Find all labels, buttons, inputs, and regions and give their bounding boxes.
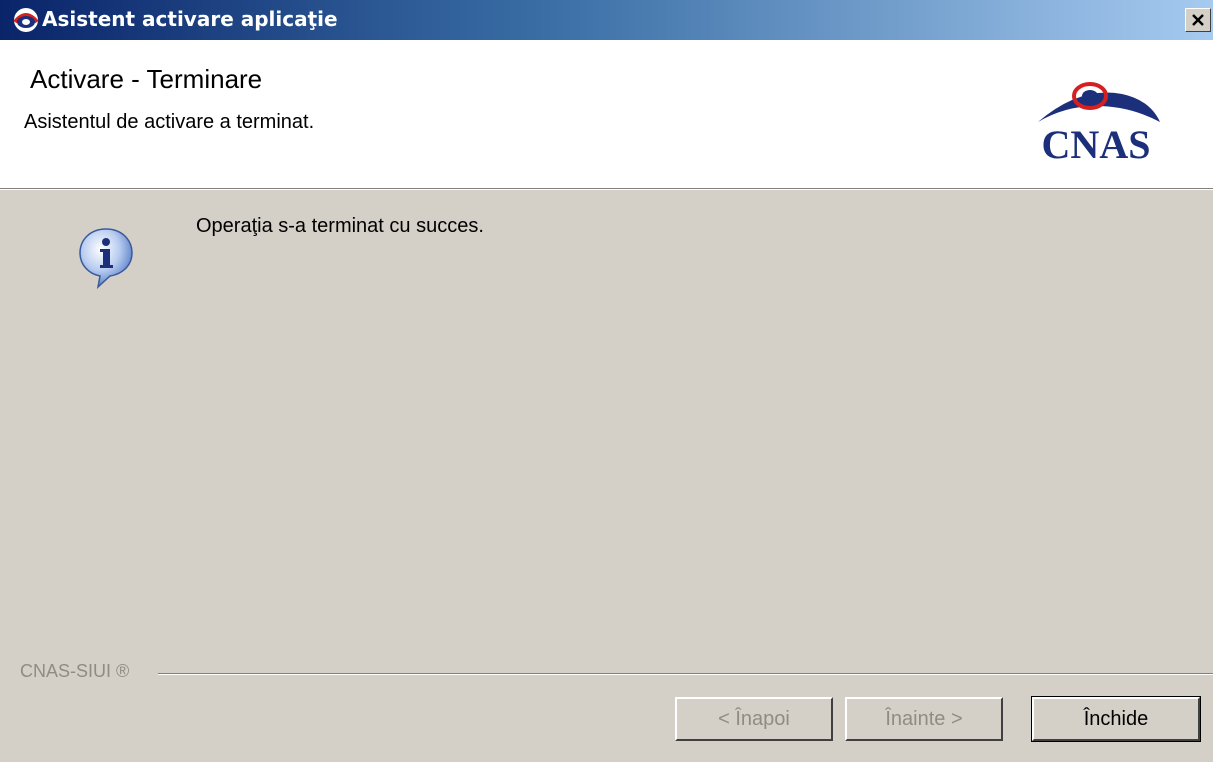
window-title: Asistent activare aplicaţie xyxy=(42,7,338,31)
title-bar[interactable]: Asistent activare aplicaţie xyxy=(0,0,1213,40)
info-icon xyxy=(79,228,133,289)
back-button[interactable]: < Înapoi xyxy=(675,697,833,741)
close-window-button[interactable] xyxy=(1185,8,1211,32)
footer-separator-highlight xyxy=(158,674,1213,675)
app-icon xyxy=(13,8,39,32)
header-separator-highlight xyxy=(0,189,1213,190)
close-button-label: Închide xyxy=(1083,707,1149,730)
next-button[interactable]: Înainte > xyxy=(845,697,1003,741)
back-button-label: < Înapoi xyxy=(718,707,790,730)
close-icon xyxy=(1192,14,1204,26)
footer-label: CNAS-SIUI ® xyxy=(20,661,130,681)
cnas-logo: CNAS xyxy=(1038,82,1160,162)
next-button-label: Înainte > xyxy=(885,707,963,730)
finish-close-button[interactable]: Închide xyxy=(1031,696,1201,742)
status-message: Operaţia s-a terminat cu succes. xyxy=(196,215,484,237)
page-title: Activare - Terminare xyxy=(30,64,263,94)
logo-text: CNAS xyxy=(1042,122,1151,162)
page-subtitle: Asistentul de activare a terminat. xyxy=(24,111,315,133)
